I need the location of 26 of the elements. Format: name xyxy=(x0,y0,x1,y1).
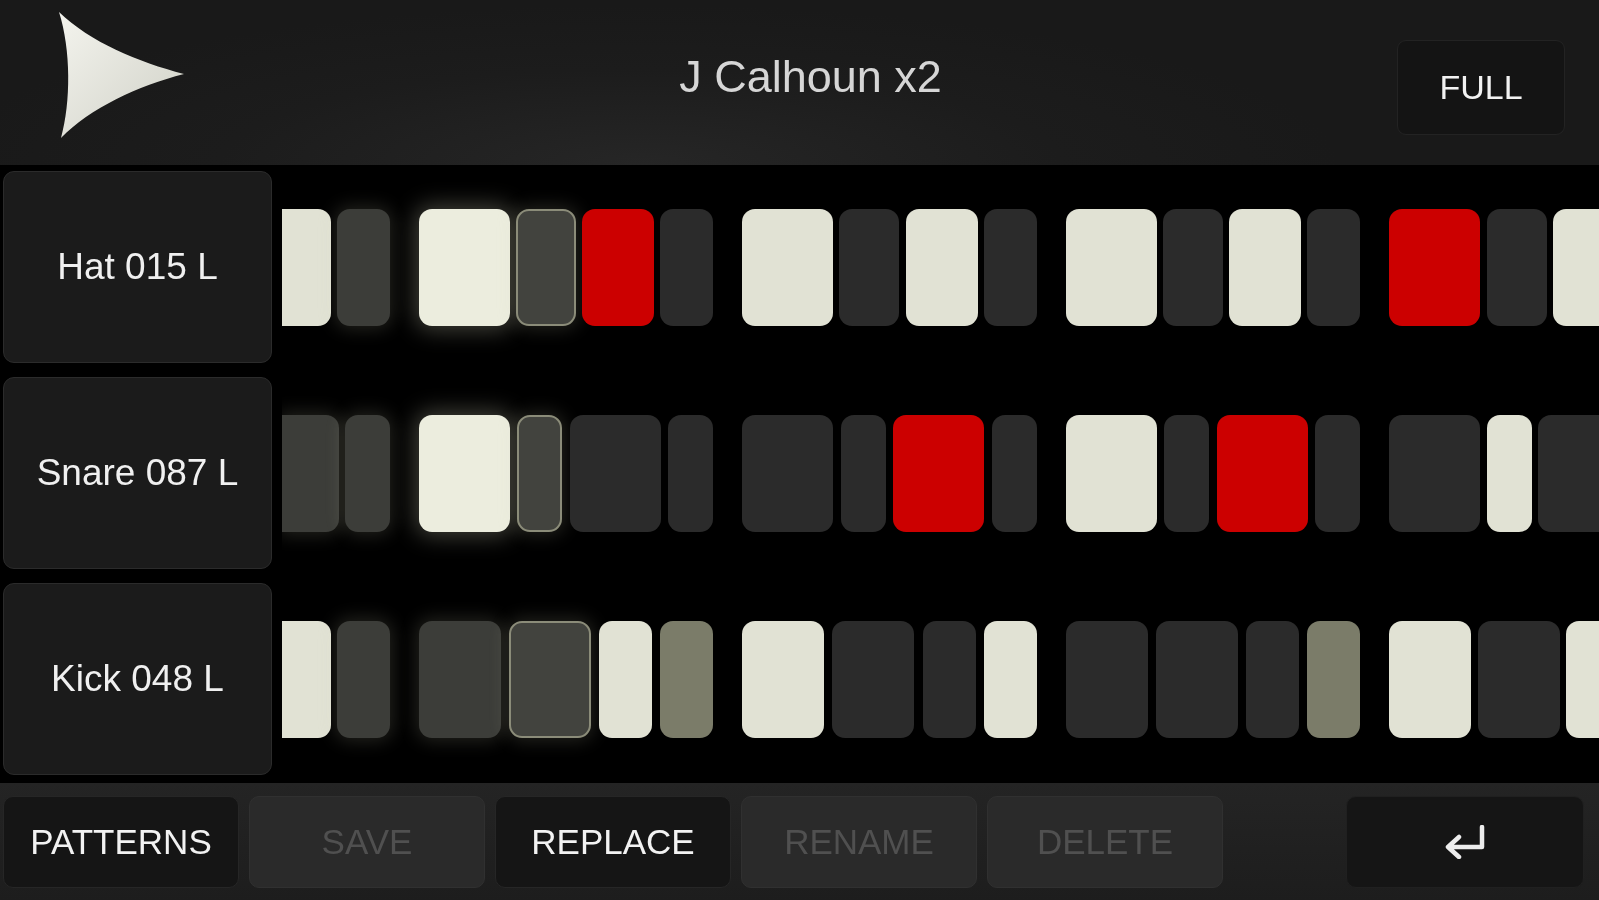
step-pad[interactable] xyxy=(905,208,978,326)
enter-button[interactable] xyxy=(1346,795,1584,888)
step-pad[interactable] xyxy=(984,620,1037,738)
step-pad[interactable] xyxy=(1065,414,1157,532)
step-pad[interactable] xyxy=(1566,620,1599,738)
step-pad[interactable] xyxy=(1486,414,1532,532)
toolbar-button[interactable]: REPLACE xyxy=(495,795,731,888)
toolbar-button[interactable]: PATTERNS xyxy=(3,795,239,888)
step-pad[interactable] xyxy=(742,620,824,738)
pattern-title: J Calhoun x2 xyxy=(679,50,942,103)
return-icon xyxy=(1443,824,1487,859)
step-pad[interactable] xyxy=(282,208,331,326)
track-name-button[interactable]: Snare 087 L xyxy=(3,377,272,569)
track-name-button[interactable]: Kick 048 L xyxy=(3,583,272,775)
step-pad[interactable] xyxy=(418,208,510,326)
step-pad[interactable] xyxy=(418,414,510,532)
step-pad[interactable] xyxy=(1553,208,1599,326)
step-pad[interactable] xyxy=(282,620,331,738)
play-icon[interactable] xyxy=(56,12,184,138)
step-pad[interactable] xyxy=(599,620,653,738)
step-pad[interactable] xyxy=(1065,208,1157,326)
full-button[interactable]: FULL xyxy=(1397,40,1565,135)
step-pad[interactable] xyxy=(1229,208,1302,326)
step-pad[interactable] xyxy=(1389,620,1471,738)
track-name-button[interactable]: Hat 015 L xyxy=(3,171,272,363)
step-pad[interactable] xyxy=(742,208,833,326)
